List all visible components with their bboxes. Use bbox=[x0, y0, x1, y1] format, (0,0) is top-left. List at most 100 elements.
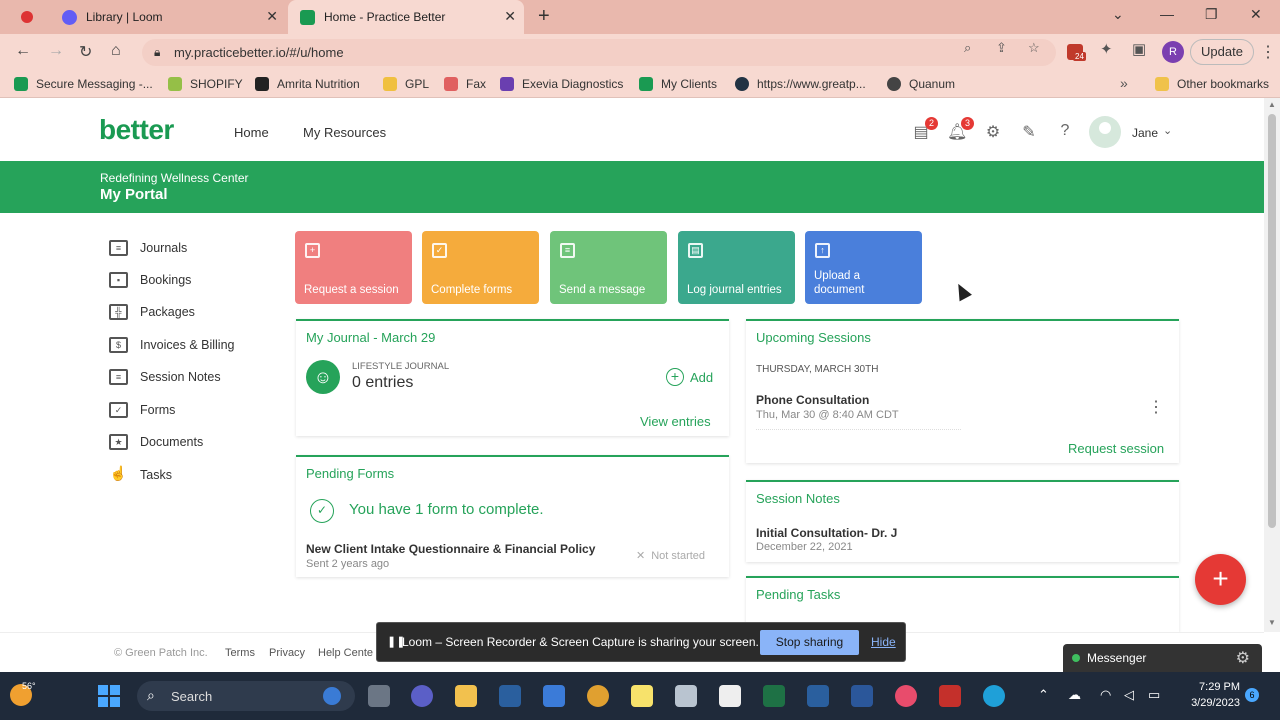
taskbar-search[interactable]: ⌕ Search bbox=[137, 681, 355, 711]
log-journal-tile[interactable]: ▤ Log journal entries bbox=[678, 231, 795, 304]
teams-chat-icon[interactable] bbox=[411, 685, 433, 707]
star-bookmark-icon[interactable]: ☆ bbox=[1028, 40, 1040, 56]
form-name-link[interactable]: New Client Intake Questionnaire & Financ… bbox=[306, 542, 595, 556]
bookmark-fax[interactable]: Fax bbox=[444, 77, 486, 91]
bookmark-greatp[interactable]: https://www.greatp... bbox=[735, 77, 866, 91]
footer-link-terms[interactable]: Terms bbox=[225, 647, 255, 659]
sidebar-item-documents[interactable]: ★ Documents bbox=[109, 432, 203, 452]
browser-menu-icon[interactable]: ⋮ bbox=[1260, 42, 1276, 62]
messages-icon[interactable]: ▤ 2 bbox=[911, 117, 938, 142]
footer-link-help-center[interactable]: Help Cente bbox=[318, 647, 373, 659]
hide-link[interactable]: Hide bbox=[871, 635, 896, 649]
share-icon[interactable]: ⇪ bbox=[996, 40, 1007, 56]
forward-icon[interactable]: → bbox=[48, 42, 64, 60]
calendar-app-icon[interactable] bbox=[675, 685, 697, 707]
notification-count-badge[interactable]: 6 bbox=[1245, 688, 1259, 702]
minimize-icon[interactable]: — bbox=[1160, 6, 1174, 22]
bookmark-exevia-diagnostics[interactable]: Exevia Diagnostics bbox=[500, 77, 623, 91]
wifi-icon[interactable]: ◠ bbox=[1100, 687, 1111, 703]
bookmark-secure-messaging[interactable]: Secure Messaging -... bbox=[14, 77, 153, 91]
nav-home[interactable]: Home bbox=[234, 125, 269, 140]
footer-link-privacy[interactable]: Privacy bbox=[269, 647, 305, 659]
session-note-name[interactable]: Initial Consultation- Dr. J bbox=[756, 526, 897, 540]
settings-gear-icon[interactable]: ⚙ bbox=[983, 122, 1003, 142]
page-scrollbar[interactable]: ▲ ▼ bbox=[1264, 98, 1280, 632]
edge-app-icon[interactable] bbox=[499, 685, 521, 707]
bookmark-amrita-nutrition[interactable]: Amrita Nutrition bbox=[255, 77, 360, 91]
chevron-down-icon[interactable]: ⌄ bbox=[1163, 124, 1172, 137]
edge-profile-icon[interactable] bbox=[807, 685, 829, 707]
request-session-tile[interactable]: + Request a session bbox=[295, 231, 412, 304]
bookmark-quanum[interactable]: Quanum bbox=[887, 77, 955, 91]
sidebar-item-packages[interactable]: ╬ Packages bbox=[109, 302, 195, 322]
extension-calendar-icon[interactable]: 24 bbox=[1067, 44, 1086, 61]
notion-icon[interactable] bbox=[719, 685, 741, 707]
session-name[interactable]: Phone Consultation bbox=[756, 393, 869, 407]
task-view-icon[interactable] bbox=[368, 685, 390, 707]
tab-practice-better-home[interactable]: Home - Practice Better ✕ bbox=[288, 0, 524, 34]
word-icon[interactable] bbox=[851, 685, 873, 707]
session-more-icon[interactable]: ⋮ bbox=[1148, 397, 1164, 417]
stop-sharing-button[interactable]: Stop sharing bbox=[760, 630, 859, 655]
address-bar[interactable]: 🔒︎ my.practicebetter.io/#/u/home bbox=[142, 39, 1056, 66]
nav-my-resources[interactable]: My Resources bbox=[303, 125, 386, 140]
sidebar-item-bookings[interactable]: ▪ Bookings bbox=[109, 270, 191, 290]
sidebar-item-tasks[interactable]: ☝ Tasks bbox=[109, 465, 172, 485]
slack-icon[interactable] bbox=[895, 685, 917, 707]
window-close-icon[interactable]: ✕ bbox=[1250, 6, 1262, 23]
acrobat-icon[interactable] bbox=[939, 685, 961, 707]
messenger-widget[interactable]: Messenger ⚙ bbox=[1063, 644, 1262, 672]
home-icon[interactable]: ⌂ bbox=[111, 42, 121, 60]
zoom-icon[interactable]: ⌕ bbox=[964, 40, 971, 56]
start-windows-icon[interactable] bbox=[98, 685, 120, 707]
reload-icon[interactable]: ↻ bbox=[79, 42, 92, 62]
view-entries-link[interactable]: View entries bbox=[640, 414, 711, 429]
better-logo[interactable]: better bbox=[99, 114, 174, 146]
restore-icon[interactable]: ❐ bbox=[1205, 6, 1218, 23]
profile-avatar[interactable]: R bbox=[1162, 41, 1184, 63]
bookmark-gpl[interactable]: GPL bbox=[383, 77, 429, 91]
calculator-icon[interactable] bbox=[543, 685, 565, 707]
taskbar-clock[interactable]: 7:29 PM 3/29/2023 bbox=[1190, 679, 1240, 711]
scrollbar-thumb[interactable] bbox=[1268, 114, 1276, 528]
magic-wand-icon[interactable]: ✎ bbox=[1019, 122, 1039, 142]
upload-document-tile[interactable]: ↑ Upload a document bbox=[805, 231, 922, 304]
send-message-tile[interactable]: ≡ Send a message bbox=[550, 231, 667, 304]
sidebar-item-session-notes[interactable]: ≡ Session Notes bbox=[109, 367, 221, 387]
back-icon[interactable]: ← bbox=[15, 42, 31, 60]
tab-loom-library[interactable]: Library | Loom ✕ bbox=[50, 0, 286, 34]
sidebar-item-journals[interactable]: ≡ Journals bbox=[109, 238, 187, 258]
tab-search-chevron-icon[interactable]: ⌄ bbox=[1112, 6, 1124, 23]
extensions-puzzle-icon[interactable]: ✦ bbox=[1100, 40, 1113, 58]
scroll-down-icon[interactable]: ▼ bbox=[1268, 618, 1276, 627]
add-fab-button[interactable]: + bbox=[1195, 554, 1246, 605]
new-tab-icon[interactable]: + bbox=[538, 5, 550, 28]
notifications-bell-icon[interactable]: 🔔︎ 3 bbox=[947, 117, 974, 142]
help-icon[interactable]: ? bbox=[1055, 122, 1075, 142]
onedrive-cloud-icon[interactable]: ☁ bbox=[1068, 687, 1081, 703]
chrome-icon[interactable] bbox=[587, 685, 609, 707]
sidebar-item-invoices-billing[interactable]: $ Invoices & Billing bbox=[109, 335, 235, 355]
complete-forms-tile[interactable]: ✓ Complete forms bbox=[422, 231, 539, 304]
sidebar-item-forms[interactable]: ✓ Forms bbox=[109, 400, 175, 420]
tab-close-icon[interactable]: ✕ bbox=[504, 8, 516, 25]
show-hidden-icons-icon[interactable]: ⌃ bbox=[1038, 687, 1049, 703]
update-button[interactable]: Update bbox=[1190, 39, 1254, 65]
tab-close-icon[interactable]: ✕ bbox=[266, 8, 278, 25]
url-text[interactable]: my.practicebetter.io/#/u/home bbox=[174, 45, 344, 60]
file-explorer-icon[interactable] bbox=[455, 685, 477, 707]
volume-icon[interactable]: ◁ bbox=[1124, 687, 1134, 703]
bookmark-my-clients[interactable]: My Clients bbox=[639, 77, 717, 91]
sticky-notes-icon[interactable] bbox=[631, 685, 653, 707]
side-panel-icon[interactable]: ▣ bbox=[1132, 40, 1146, 58]
more-bookmarks-icon[interactable]: » bbox=[1120, 75, 1128, 91]
scroll-up-icon[interactable]: ▲ bbox=[1268, 100, 1276, 109]
edge-browser-icon[interactable] bbox=[983, 685, 1005, 707]
bookmark-other-bookmarks[interactable]: Other bookmarks bbox=[1155, 77, 1269, 91]
add-entry-button[interactable]: + Add bbox=[666, 368, 713, 386]
request-session-link[interactable]: Request session bbox=[1068, 441, 1164, 456]
battery-icon[interactable]: ▭ bbox=[1148, 687, 1160, 703]
messenger-settings-gear-icon[interactable]: ⚙ bbox=[1236, 648, 1250, 668]
excel-icon[interactable] bbox=[763, 685, 785, 707]
user-avatar[interactable] bbox=[1089, 116, 1121, 148]
